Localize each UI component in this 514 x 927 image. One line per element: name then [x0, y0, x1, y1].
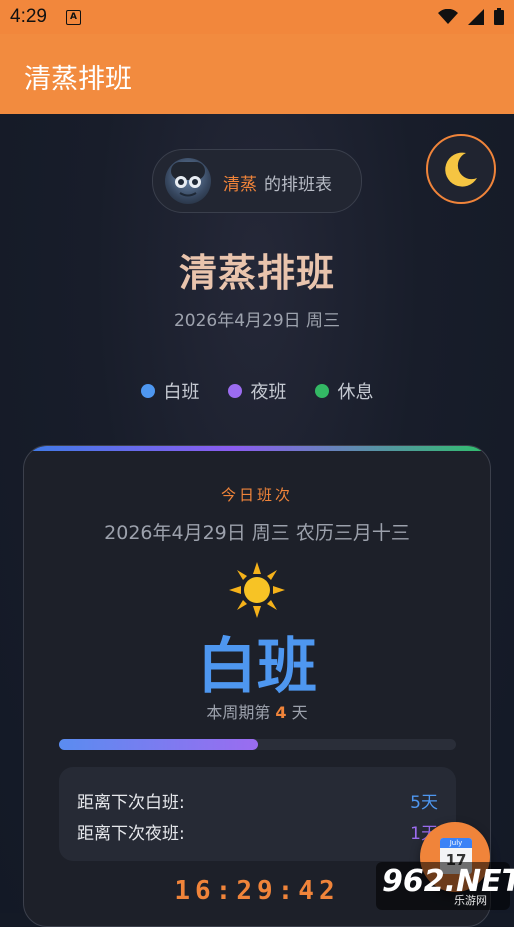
app-title: 清蒸排班 [24, 64, 132, 95]
legend-label-rest: 休息 [337, 382, 374, 403]
countdown-value-day: 5天 [410, 793, 438, 813]
today-label: 今日班次 [220, 486, 293, 504]
cycle-day-number: 4 [275, 703, 287, 722]
legend-dot-night [227, 384, 242, 398]
legend-item-rest: 休息 [314, 378, 374, 404]
app-bar: 清蒸排班 [0, 34, 514, 114]
site-watermark: 962.NET 乐游网 [376, 862, 514, 910]
watermark-brand: 962.NET [382, 864, 514, 899]
status-bar: 4:29 A [0, 0, 514, 34]
watermark-sub: 乐游网 [454, 894, 487, 907]
avatar [165, 158, 211, 204]
countdown-row-day: 距离下次白班: 5天 [77, 788, 438, 813]
cycle-day-text: 本周期第 4 天 [24, 699, 490, 723]
legend-item-night: 夜班 [227, 378, 287, 404]
shift-legend: 白班 夜班 休息 [0, 378, 514, 404]
countdown-label-night: 距离下次夜班: [77, 824, 185, 844]
profile-suffix: 的排班表 [264, 175, 332, 195]
legend-label-day: 白班 [163, 382, 200, 403]
countdown-row-night: 距离下次夜班: 1天 [77, 819, 438, 844]
legend-label-night: 夜班 [250, 382, 287, 403]
header-date: 2026年4月29日 周三 [173, 311, 341, 331]
a-icon: A [66, 10, 81, 25]
profile-pill[interactable]: 清蒸 的排班表 [152, 149, 362, 213]
cycle-suffix: 天 [291, 703, 308, 722]
battery-icon [494, 8, 504, 25]
today-shift-name: 白班 [197, 632, 317, 702]
page-title: 清蒸排班 [178, 251, 335, 295]
legend-dot-rest [314, 384, 329, 398]
profile-name: 清蒸 [223, 175, 257, 195]
moon-icon [445, 152, 477, 187]
today-full-date: 2026年4月29日 周三 农历三月十三 [104, 522, 410, 544]
cycle-progress-bar [59, 739, 456, 750]
calendar-month: July [440, 838, 472, 848]
countdown-label-day: 距离下次白班: [77, 793, 185, 813]
card-accent-line [24, 446, 490, 451]
legend-item-day: 白班 [140, 378, 200, 404]
signal-icon [468, 8, 484, 25]
cycle-prefix: 本周期第 [206, 703, 271, 722]
main-content: 清蒸 的排班表 清蒸排班 2026年4月29日 周三 白班 夜班 休息 今日班次… [0, 114, 514, 927]
sun-icon [229, 562, 285, 618]
next-shift-countdown: 距离下次白班: 5天 距离下次夜班: 1天 [59, 767, 456, 861]
wifi-icon [438, 8, 458, 24]
legend-dot-day [140, 384, 155, 398]
status-time: 4:29 [10, 6, 47, 27]
cycle-progress-fill [59, 739, 258, 750]
theme-toggle-button[interactable] [426, 134, 496, 204]
system-icons [438, 8, 504, 25]
